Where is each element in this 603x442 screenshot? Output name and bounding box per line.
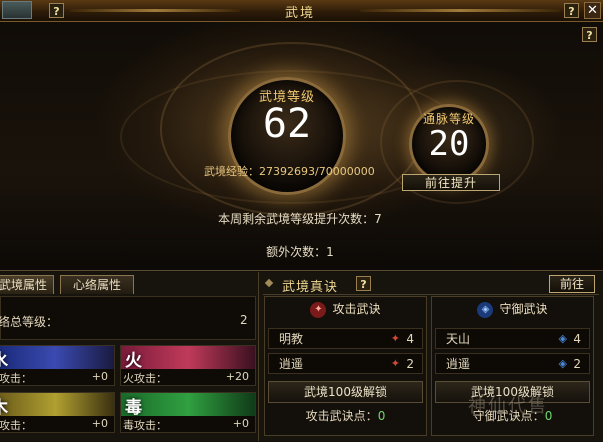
shield-mark-icon: ◈ bbox=[558, 357, 567, 370]
element-stat-label: 攻击： bbox=[0, 372, 32, 385]
top-help-button[interactable]: ? bbox=[564, 3, 579, 18]
attack-points-label: 攻击武诀点： bbox=[305, 409, 378, 423]
element-banner: 水 bbox=[0, 346, 114, 371]
element-stat-row: 攻击： +0 bbox=[0, 370, 114, 385]
element-card-wood: 木 攻击： +0 bbox=[0, 392, 115, 433]
attack-art-title: 攻击武诀 bbox=[332, 302, 381, 316]
fire-glyph: 火 bbox=[125, 351, 142, 371]
title-ornament-left bbox=[70, 9, 240, 12]
skill-count: 4 bbox=[406, 332, 414, 346]
experience-current: 27392693 bbox=[259, 165, 315, 178]
defense-art-title: 守御武诀 bbox=[499, 302, 548, 316]
attack-skill-row[interactable]: 明教 ✦ 4 bbox=[268, 328, 423, 349]
skill-name: 明教 bbox=[279, 332, 304, 346]
element-card-poison: 毒 毒攻击： +0 bbox=[120, 392, 256, 433]
title-help-button[interactable]: ? bbox=[49, 3, 64, 18]
title-ornament-right bbox=[360, 9, 560, 12]
window-icon bbox=[2, 1, 32, 19]
skill-count: 2 bbox=[573, 357, 581, 371]
element-stat-label: 火攻击： bbox=[123, 372, 167, 385]
window-title: 武境 bbox=[284, 6, 315, 21]
element-stat-row: 毒攻击： +0 bbox=[121, 417, 255, 432]
attack-points-value: 0 bbox=[377, 409, 386, 423]
true-art-goto-button[interactable]: 前往 bbox=[549, 275, 595, 293]
defense-skill-row[interactable]: 逍遥 ◈ 2 bbox=[435, 353, 590, 374]
defense-skill-row[interactable]: 天山 ◈ 4 bbox=[435, 328, 590, 349]
attack-skill-row[interactable]: 逍遥 ✦ 2 bbox=[268, 353, 423, 374]
wood-glyph: 木 bbox=[0, 393, 8, 418]
skill-name: 逍遥 bbox=[279, 357, 304, 371]
defense-art-header: ◈ 守御武诀 bbox=[432, 297, 593, 321]
attack-unlock-button[interactable]: 武境100级解锁 bbox=[268, 381, 423, 403]
element-banner: 毒 bbox=[121, 393, 255, 418]
tab-xinluo-attributes[interactable]: 心络属性 bbox=[60, 275, 134, 294]
element-banner: 火 bbox=[121, 346, 255, 371]
attack-points: 攻击武诀点：0 bbox=[265, 408, 426, 424]
true-art-title: 武境真诀 bbox=[282, 280, 339, 295]
true-art-help-button[interactable]: ? bbox=[356, 276, 371, 291]
skill-count: 4 bbox=[573, 332, 581, 346]
extra-count-text: 额外次数：1 bbox=[266, 245, 334, 259]
water-glyph: 水 bbox=[0, 346, 8, 371]
level-value: 62 bbox=[262, 101, 312, 147]
experience-label: 武境经验： bbox=[204, 165, 259, 178]
element-stat-value: +0 bbox=[91, 417, 108, 430]
element-card-fire: 火 火攻击： +20 bbox=[120, 345, 256, 386]
watermark: 神仙代售 bbox=[468, 396, 548, 417]
level-total-value: 2 bbox=[240, 313, 248, 327]
element-stat-label: 攻击： bbox=[0, 419, 32, 432]
weekly-upgrades-text: 本周剩余武境等级提升次数：7 bbox=[218, 212, 382, 226]
element-banner: 木 bbox=[0, 393, 114, 418]
skill-count: 2 bbox=[406, 357, 414, 371]
meridian-value: 20 bbox=[428, 124, 470, 164]
element-stat-value: +0 bbox=[232, 417, 249, 430]
experience-max: 70000000 bbox=[318, 165, 375, 178]
skill-name: 逍遥 bbox=[446, 357, 471, 371]
shield-mark-icon: ◈ bbox=[558, 332, 567, 345]
experience-text: 武境经验：27392693/70000000 bbox=[204, 165, 375, 178]
element-stat-row: 火攻击： +20 bbox=[121, 370, 255, 385]
attack-art-column: ✦ 攻击武诀 明教 ✦ 4 逍遥 ✦ 2 武境100级解锁 攻击武诀点：0 bbox=[264, 296, 427, 436]
attack-icon: ✦ bbox=[310, 301, 327, 318]
close-button[interactable]: ✕ bbox=[584, 2, 601, 19]
hero-help-button[interactable]: ? bbox=[582, 27, 597, 42]
goto-upgrade-button[interactable]: 前往提升 bbox=[402, 174, 500, 191]
poison-glyph: 毒 bbox=[125, 398, 142, 418]
attack-art-header: ✦ 攻击武诀 bbox=[265, 297, 426, 321]
element-card-water: 水 攻击： +0 bbox=[0, 345, 115, 386]
tab-wujing-attributes[interactable]: 武境属性 bbox=[0, 275, 54, 294]
skill-name: 天山 bbox=[446, 332, 471, 346]
shield-icon: ◈ bbox=[477, 301, 494, 318]
attack-mark-icon: ✦ bbox=[390, 357, 400, 370]
element-stat-label: 毒攻击： bbox=[123, 419, 167, 432]
level-total-label: 络总等级： bbox=[0, 315, 59, 329]
element-stat-value: +20 bbox=[225, 370, 249, 383]
element-stat-row: 攻击： +0 bbox=[0, 417, 114, 432]
element-stat-value: +0 bbox=[91, 370, 108, 383]
attack-mark-icon: ✦ bbox=[390, 332, 400, 345]
